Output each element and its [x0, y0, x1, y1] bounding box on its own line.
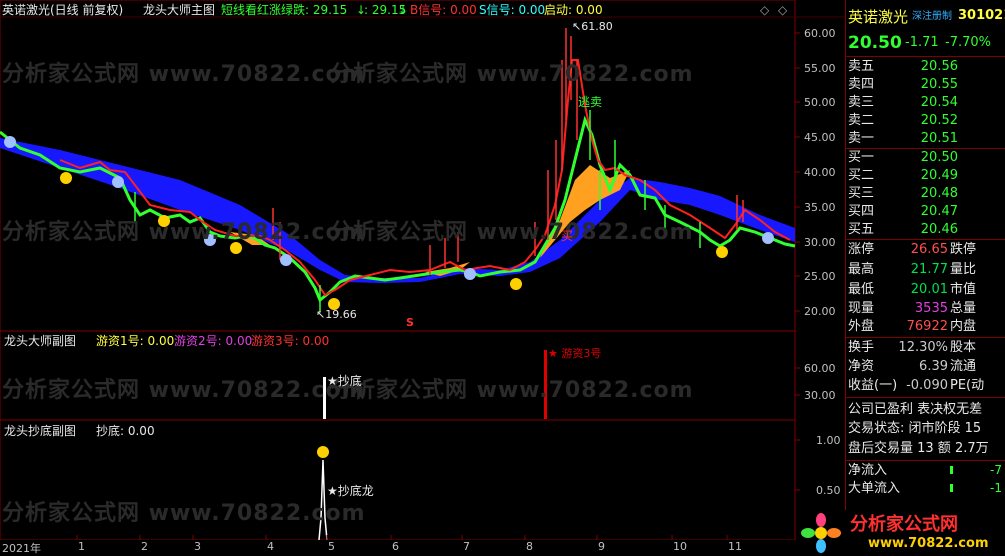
sub1-youzi2: 游资2号: 0.00 — [174, 334, 253, 348]
x-tick: 9 — [598, 540, 605, 553]
bid-row: 买五 20.46 — [848, 222, 958, 237]
price-tick: 45.00 — [804, 131, 836, 144]
stat-row: 最高 21.77 量比 — [848, 262, 977, 277]
down-arrow-icon: ↓ — [398, 3, 409, 17]
after-hours-volume: 盘后交易量 13 额 2.7万 — [848, 441, 989, 456]
watermark-2: 分析家公式网 www.70822.com — [330, 62, 694, 87]
x-tick: 3 — [194, 540, 201, 553]
ask-row: 卖二 20.52 — [848, 113, 958, 128]
watermark-3: 分析家公式网 www.70822.com — [2, 220, 366, 245]
x-tick: 11 — [728, 540, 742, 553]
watermark-6: 分析家公式网 www.70822.com — [330, 378, 694, 403]
big-inflow-label: 大单流入 — [848, 481, 901, 496]
registration-badge: 深注册制 — [912, 11, 952, 22]
stat-row: 外盘 76922 内盘 — [848, 319, 977, 334]
stat-row: 现量 3535 总量 — [848, 301, 977, 316]
price-tick: 25.00 — [804, 270, 836, 283]
sub1-tick: 30.00 — [804, 389, 836, 402]
finance-row: 净资 6.39 流通 — [848, 359, 977, 374]
short-line-value: 短线看红涨绿跌: 29.15 — [221, 3, 348, 17]
b-signal-value: B信号: 0.00 — [410, 3, 477, 17]
price-change-pct: -7.70% — [945, 35, 991, 50]
x-tick: 5 — [328, 540, 335, 553]
close-icon[interactable]: ◇ — [778, 3, 787, 17]
watermark-7: 分析家公式网 www.70822.com — [2, 501, 366, 526]
x-tick: 7 — [463, 540, 470, 553]
site-logo: 分析家公式网 www.70822.com — [796, 510, 1005, 556]
watermark-1: 分析家公式网 www.70822.com — [2, 62, 366, 87]
x-tick: 2021年 — [2, 542, 41, 555]
diamond-icon[interactable]: ◇ — [760, 3, 769, 17]
ask-row: 卖四 20.55 — [848, 77, 958, 92]
price-tick: 50.00 — [804, 96, 836, 109]
net-inflow-value: -7 — [990, 463, 1002, 477]
low-price-label: ↖19.66 — [316, 308, 357, 321]
sub1-youzi3: 游资3号: 0.00 — [251, 334, 330, 348]
bid-row: 买四 20.47 — [848, 204, 958, 219]
bid-row: 买三 20.48 — [848, 186, 958, 201]
x-tick: 4 — [267, 540, 274, 553]
s-marker: S — [406, 316, 414, 329]
price-tick: 30.00 — [804, 236, 836, 249]
x-tick: 1 — [78, 540, 85, 553]
stock-title: 英诺激光(日线 前复权) — [2, 3, 124, 17]
blue-ma-band — [0, 138, 795, 283]
current-price: 20.50 — [848, 33, 902, 53]
trade-status: 交易状态: 闭市阶段 15 — [848, 421, 982, 436]
s-signal-value: S信号: 0.00 — [479, 3, 546, 17]
x-tick: 2 — [141, 540, 148, 553]
money-bag-icon — [317, 446, 329, 458]
x-tick: 10 — [673, 540, 687, 553]
finance-row: 换手 12.30% 股本 — [848, 340, 977, 355]
sub1-youzi3-label: ★ 游资3号 — [548, 347, 602, 360]
sad-markers — [4, 136, 774, 280]
watermark-5: 分析家公式网 www.70822.com — [2, 378, 366, 403]
price-change: -1.71 — [905, 35, 939, 50]
price-tick: 20.00 — [804, 305, 836, 318]
sub1-chaodi-label: ★抄底 — [327, 374, 362, 388]
sub1-tick: 60.00 — [804, 362, 836, 375]
logo-url: www.70822.com — [868, 536, 989, 551]
sub1-title[interactable]: 龙头大师副图 — [4, 334, 76, 348]
bid-row: 买一 20.50 — [848, 150, 958, 165]
company-info: 公司已盈利 表决权无差 — [848, 402, 983, 417]
stat-row: 最低 20.01 市值 — [848, 282, 977, 297]
sell-label: 逃卖 — [578, 95, 603, 109]
buy-label: 买 — [561, 229, 574, 243]
x-tick: 8 — [526, 540, 533, 553]
ask-row: 卖五 20.56 — [848, 59, 958, 74]
price-tick: 40.00 — [804, 166, 836, 179]
bid-row: 买二 20.49 — [848, 168, 958, 183]
logo-text: 分析家公式网 — [850, 514, 958, 535]
ask-row: 卖三 20.54 — [848, 95, 958, 110]
green-trend-line — [0, 115, 796, 303]
indicator-name[interactable]: 龙头大师主图 — [143, 3, 215, 17]
price-tick: 55.00 — [804, 62, 836, 75]
price-tick: 60.00 — [804, 27, 836, 40]
sub2-tick: 1.00 — [816, 434, 841, 447]
sub2-title[interactable]: 龙头抄底副图 — [4, 424, 76, 438]
sub2-tick: 0.50 — [816, 484, 841, 497]
sub2-chaodi-label: ★抄底龙 — [327, 484, 374, 498]
sub1-youzi1: 游资1号: 0.00 — [96, 334, 175, 348]
net-inflow-label: 净流入 — [848, 463, 888, 478]
stock-code: 301021 — [958, 8, 1005, 23]
stat-row: 涨停 26.65 跌停 — [848, 242, 977, 257]
ask-row: 卖一 20.51 — [848, 131, 958, 146]
quote-stock-name: 英诺激光 — [848, 8, 909, 26]
big-inflow-value: -1 — [990, 481, 1002, 495]
price-tick: 35.00 — [804, 201, 836, 214]
finance-row: 收益(一) -0.090 PE(动 — [848, 378, 985, 393]
start-value: 启动: 0.00 — [544, 3, 603, 17]
watermark-4: 分析家公式网 www.70822.com — [330, 220, 694, 245]
high-price-label: ↖61.80 — [572, 20, 613, 33]
x-tick: 6 — [392, 540, 399, 553]
sub2-chaodi-value: 抄底: 0.00 — [96, 424, 155, 438]
